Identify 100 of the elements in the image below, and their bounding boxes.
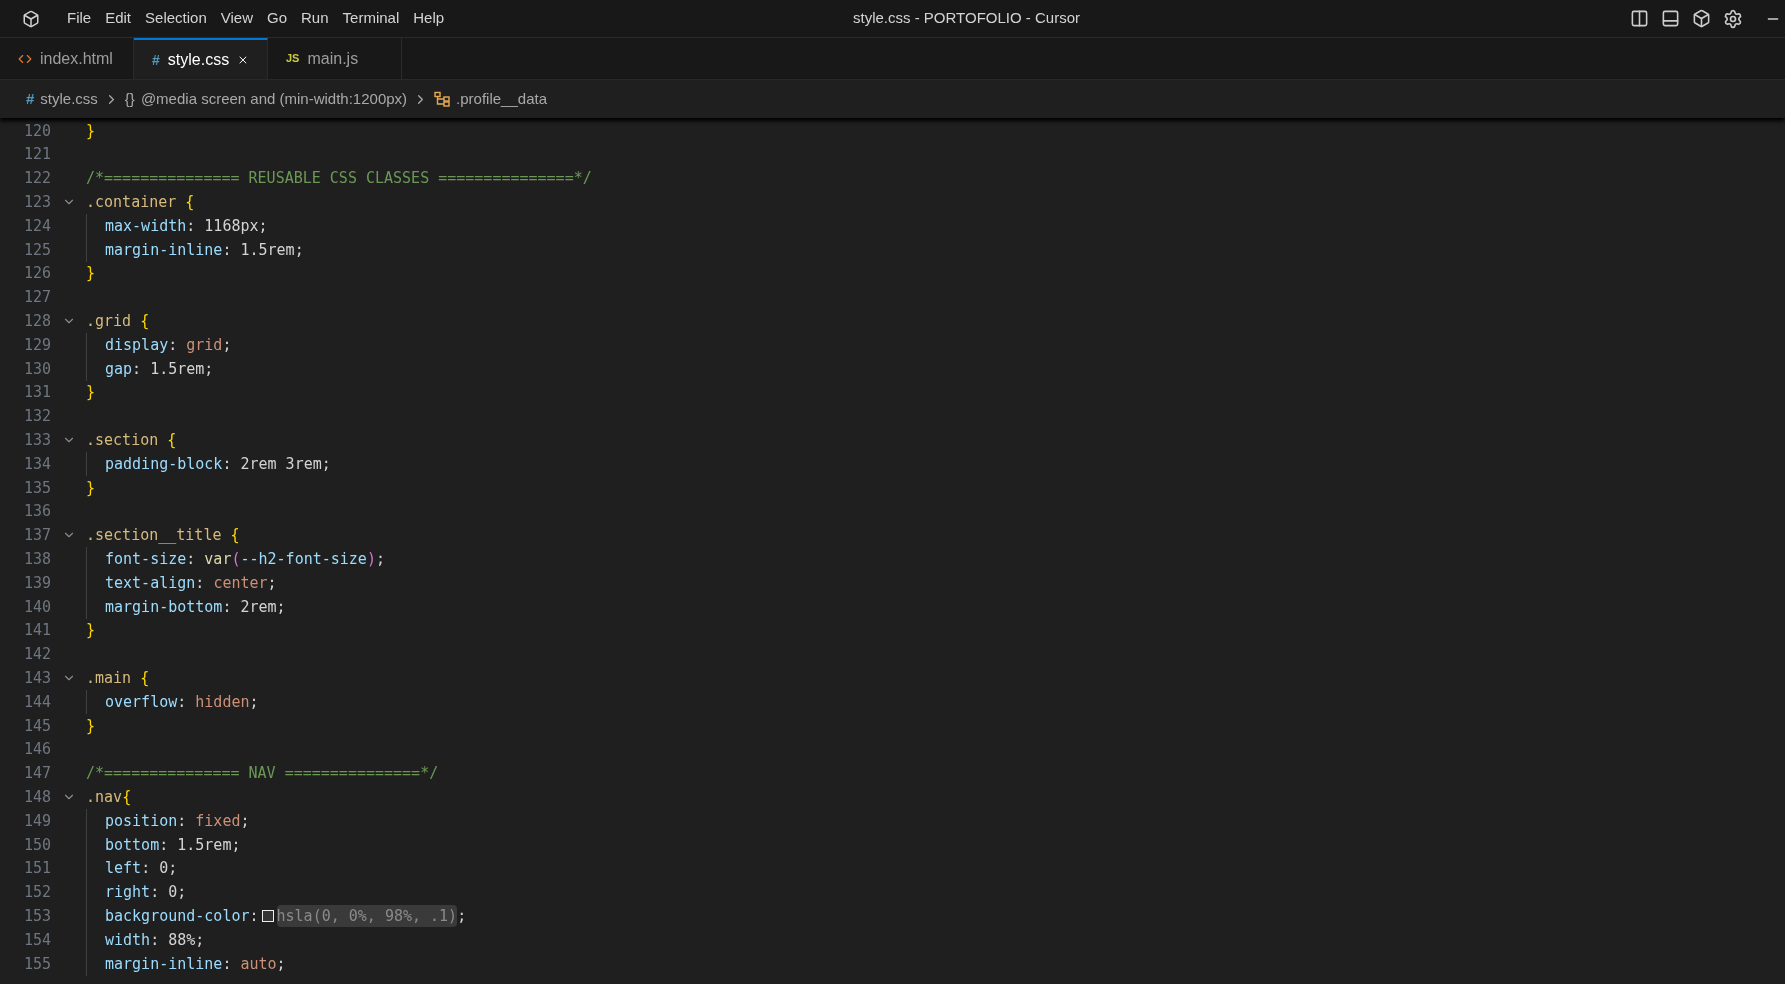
- line-number: 140: [22, 596, 51, 618]
- brace: }: [86, 620, 96, 642]
- color-swatch[interactable]: [261, 910, 274, 923]
- line-number: 129: [22, 334, 51, 356]
- line-number: 141: [22, 620, 51, 642]
- line-number: 134: [22, 453, 51, 475]
- punctuation: :: [186, 549, 197, 570]
- menu-item[interactable]: Help: [406, 7, 452, 30]
- line-number: 139: [22, 572, 51, 594]
- punctuation: :: [249, 905, 259, 927]
- line-number: 124: [22, 215, 51, 237]
- css-selector: .container: [86, 192, 178, 214]
- punctuation: ;: [267, 572, 277, 594]
- punctuation: ;: [222, 334, 232, 356]
- punctuation: :: [177, 810, 188, 832]
- css-property: display: [105, 334, 169, 356]
- menu-item[interactable]: Selection: [138, 7, 214, 30]
- cube-icon[interactable]: [1692, 9, 1711, 28]
- code-comment: /*=============== NAV ===============*/: [86, 763, 439, 785]
- menu-item[interactable]: Go: [260, 7, 294, 30]
- css-property: background-color: [105, 905, 250, 927]
- line-number: 144: [22, 691, 51, 713]
- punctuation: ;: [204, 358, 214, 380]
- line-number: 146: [22, 739, 51, 761]
- punctuation: :: [195, 572, 206, 594]
- line-number: 128: [22, 311, 51, 332]
- brace: }: [86, 120, 96, 142]
- punctuation: :: [150, 929, 161, 951]
- brace: {: [230, 525, 240, 547]
- punctuation: :: [159, 834, 170, 856]
- css-selector: .nav: [86, 786, 123, 808]
- hash-icon: #: [152, 49, 160, 70]
- punctuation: :: [150, 882, 161, 904]
- css-value: 0: [159, 858, 169, 880]
- menu-item[interactable]: Run: [294, 7, 336, 30]
- line-number: 153: [22, 905, 51, 927]
- line-number: 138: [22, 549, 51, 570]
- line-number: 126: [22, 263, 51, 285]
- css-property: position: [105, 810, 178, 832]
- css-value: 0: [168, 882, 178, 904]
- menu-item[interactable]: View: [213, 7, 260, 30]
- css-keyword: auto: [240, 953, 277, 975]
- breadcrumb-item[interactable]: style.css: [40, 87, 98, 111]
- highlighted-value: hsla(0, 0%, 98%, .1): [276, 904, 458, 928]
- code-comment: /*=============== REUSABLE CSS CLASSES ===============*/: [86, 168, 592, 190]
- punctuation: ;: [276, 953, 286, 975]
- brace: {: [140, 311, 150, 332]
- editor-tab[interactable]: JS main.js: [268, 38, 402, 79]
- css-keyword: grid: [186, 334, 223, 356]
- settings-icon[interactable]: [1723, 8, 1743, 29]
- panel-toggle-icon[interactable]: [1661, 9, 1680, 28]
- punctuation: :: [222, 239, 233, 261]
- css-property: max-width: [105, 215, 187, 237]
- punctuation: ;: [321, 453, 331, 475]
- line-number: 149: [22, 810, 51, 832]
- css-selector: .grid: [86, 311, 133, 332]
- sidebar-toggle-icon[interactable]: [1630, 9, 1649, 28]
- breadcrumb-item[interactable]: .profile__data: [456, 87, 547, 111]
- line-number: 152: [22, 882, 51, 904]
- menu-item[interactable]: Edit: [98, 7, 139, 30]
- line-number: 151: [22, 858, 51, 880]
- punctuation: :: [222, 453, 233, 475]
- menu-item[interactable]: Terminal: [335, 7, 407, 30]
- brace: }: [86, 715, 96, 737]
- line-number: 123: [22, 192, 51, 214]
- css-property: left: [105, 858, 142, 880]
- line-number: 147: [22, 763, 51, 785]
- punctuation: ;: [249, 691, 259, 713]
- brace: {: [167, 430, 177, 451]
- css-property: margin-bottom: [105, 596, 223, 618]
- punctuation: :: [177, 691, 188, 713]
- brace: }: [86, 382, 96, 404]
- punctuation: ;: [457, 905, 467, 927]
- cube-logo-icon: [22, 9, 40, 28]
- punctuation: :: [186, 215, 197, 237]
- css-keyword: hidden: [195, 691, 250, 713]
- css-property: width: [105, 929, 151, 951]
- hash-icon: #: [26, 87, 35, 111]
- css-property: margin-inline: [105, 953, 223, 975]
- punctuation: :: [141, 858, 152, 880]
- line-number: 130: [22, 358, 51, 380]
- punctuation: ;: [258, 215, 268, 237]
- punctuation: ;: [375, 549, 385, 570]
- css-property: font-size: [105, 549, 187, 570]
- punctuation: ;: [276, 596, 286, 618]
- css-property: right: [105, 882, 151, 904]
- css-property: bottom: [105, 834, 160, 856]
- css-property: overflow: [105, 691, 178, 713]
- css-keyword: center: [213, 572, 268, 594]
- js-icon: JS: [286, 50, 300, 67]
- editor-tab[interactable]: # style.css: [134, 38, 268, 79]
- css-selector: .main: [86, 667, 133, 689]
- breadcrumb-item[interactable]: @media screen and (min-width:1200px): [140, 87, 408, 111]
- css-value: 1.5rem: [240, 239, 295, 261]
- line-number: 145: [22, 715, 51, 737]
- css-selector: .section__title: [86, 525, 223, 547]
- line-number: 121: [22, 144, 51, 166]
- menu-item[interactable]: File: [60, 7, 99, 30]
- punctuation: ;: [195, 929, 205, 951]
- line-number: 154: [22, 929, 51, 951]
